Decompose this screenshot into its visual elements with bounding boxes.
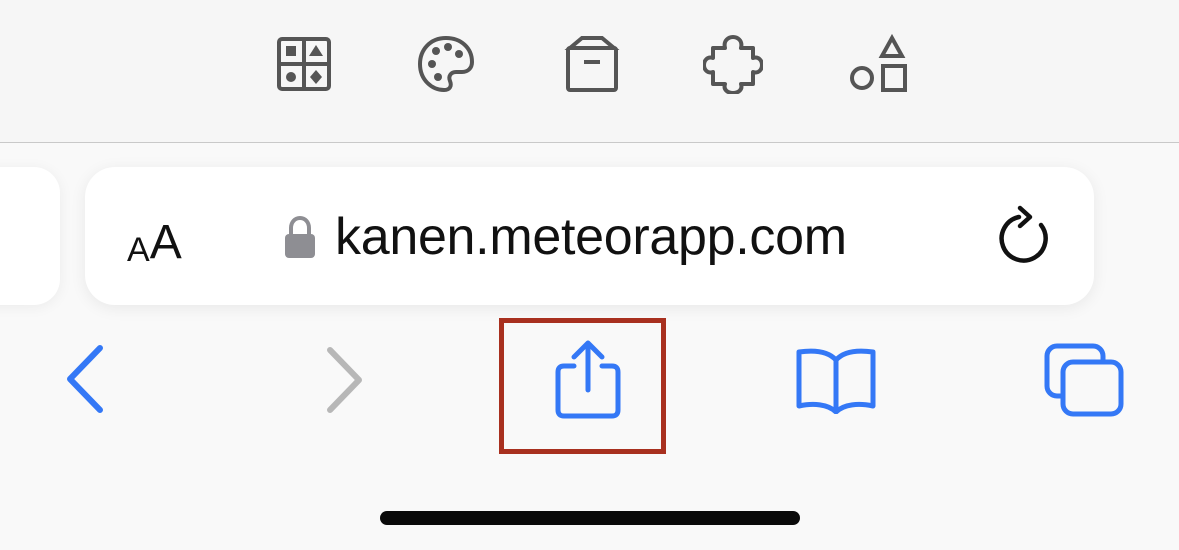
archive-box-icon[interactable] <box>562 32 622 96</box>
back-chevron-icon <box>67 345 103 413</box>
lock-icon <box>285 215 315 258</box>
home-indicator[interactable] <box>380 511 800 525</box>
url-field[interactable]: kanen.meteorapp.com <box>283 205 847 269</box>
forward-chevron-icon <box>327 347 362 413</box>
text-size-button[interactable]: A A <box>127 207 182 269</box>
puzzle-piece-icon[interactable] <box>703 32 763 96</box>
shapes-icon[interactable] <box>848 32 908 96</box>
text-size-large-a: A <box>149 216 182 269</box>
forward-button[interactable] <box>320 346 368 414</box>
url-text: kanen.meteorapp.com <box>335 208 847 266</box>
tabs-button[interactable] <box>1043 342 1125 418</box>
tabs-icon <box>1044 343 1124 417</box>
text-size-small-a: A <box>127 231 150 269</box>
bookmarks-book-icon <box>796 348 876 414</box>
palette-icon[interactable] <box>416 32 476 96</box>
previous-tab-card[interactable] <box>0 167 60 305</box>
share-highlight-box <box>499 318 666 454</box>
collection-grid-icon[interactable] <box>274 32 334 96</box>
extensions-toolbar <box>0 0 1179 142</box>
reload-icon[interactable] <box>993 203 1057 267</box>
bookmarks-button[interactable] <box>793 346 879 414</box>
back-button[interactable] <box>62 344 110 414</box>
address-bar[interactable]: A A kanen.meteorapp.com <box>85 167 1094 305</box>
